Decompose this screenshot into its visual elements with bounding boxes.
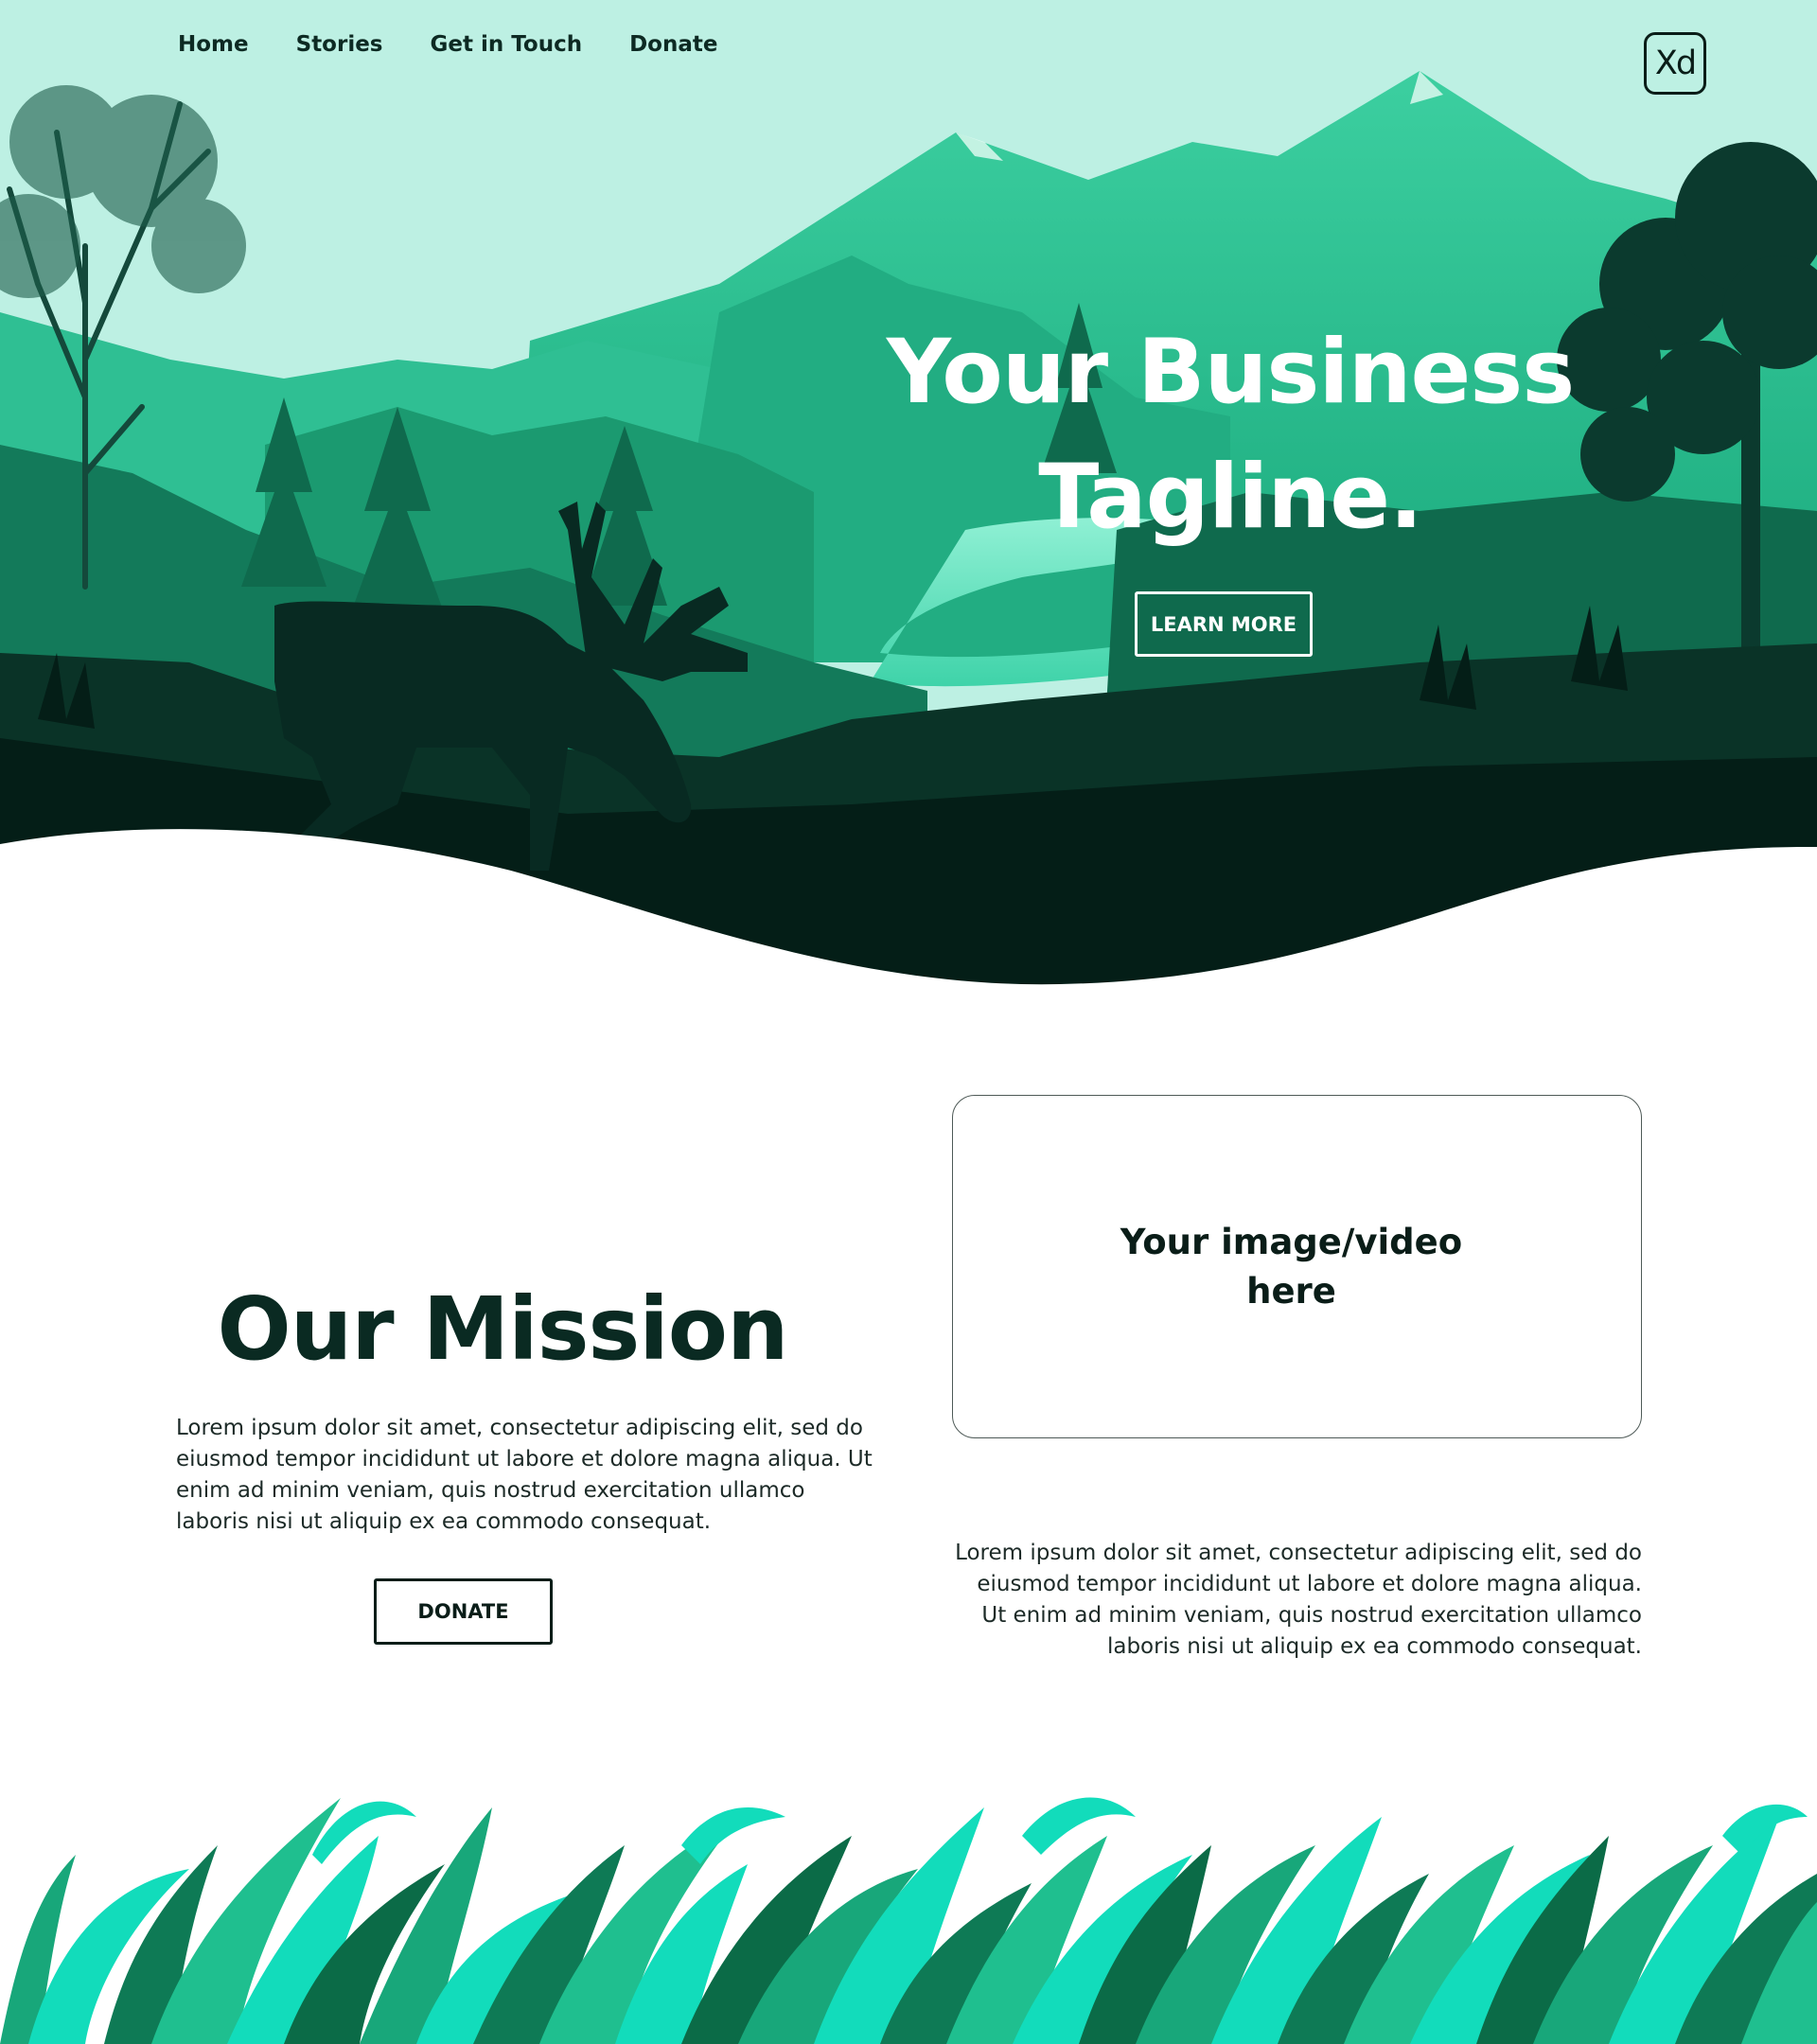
media-placeholder[interactable]: Your image/video here — [952, 1095, 1642, 1438]
mission-body-text: Lorem ipsum dolor sit amet, consectetur … — [176, 1416, 873, 1534]
main-nav: Home Stories Get in Touch Donate — [178, 32, 765, 57]
hero-tagline: Your Business Tagline. — [833, 310, 1628, 560]
hero-tagline-line2: Tagline. — [1038, 446, 1423, 549]
media-label-line2: here — [1246, 1270, 1336, 1312]
media-label-line1: Your image/video — [1120, 1221, 1463, 1262]
nav-donate-link[interactable]: Donate — [629, 32, 717, 57]
side-body-text: Lorem ipsum dolor sit amet, consectetur … — [955, 1541, 1642, 1659]
hero-section: Home Stories Get in Touch Donate Xd Your… — [0, 0, 1817, 989]
hero-tagline-line1: Your Business — [886, 321, 1575, 424]
mission-heading: Our Mission — [217, 1278, 789, 1380]
landing-page: Home Stories Get in Touch Donate Xd Your… — [0, 0, 1817, 2044]
xd-logo-icon[interactable]: Xd — [1644, 32, 1706, 95]
grass-blades — [0, 1797, 1817, 2044]
nav-stories-link[interactable]: Stories — [296, 32, 383, 57]
grass-illustration — [0, 1797, 1817, 2044]
nav-home-link[interactable]: Home — [178, 32, 249, 57]
nav-get-in-touch-link[interactable]: Get in Touch — [431, 32, 583, 57]
learn-more-button[interactable]: LEARN MORE — [1135, 591, 1313, 657]
donate-button[interactable]: DONATE — [374, 1578, 553, 1645]
media-placeholder-label: Your image/video here — [1103, 1218, 1481, 1316]
